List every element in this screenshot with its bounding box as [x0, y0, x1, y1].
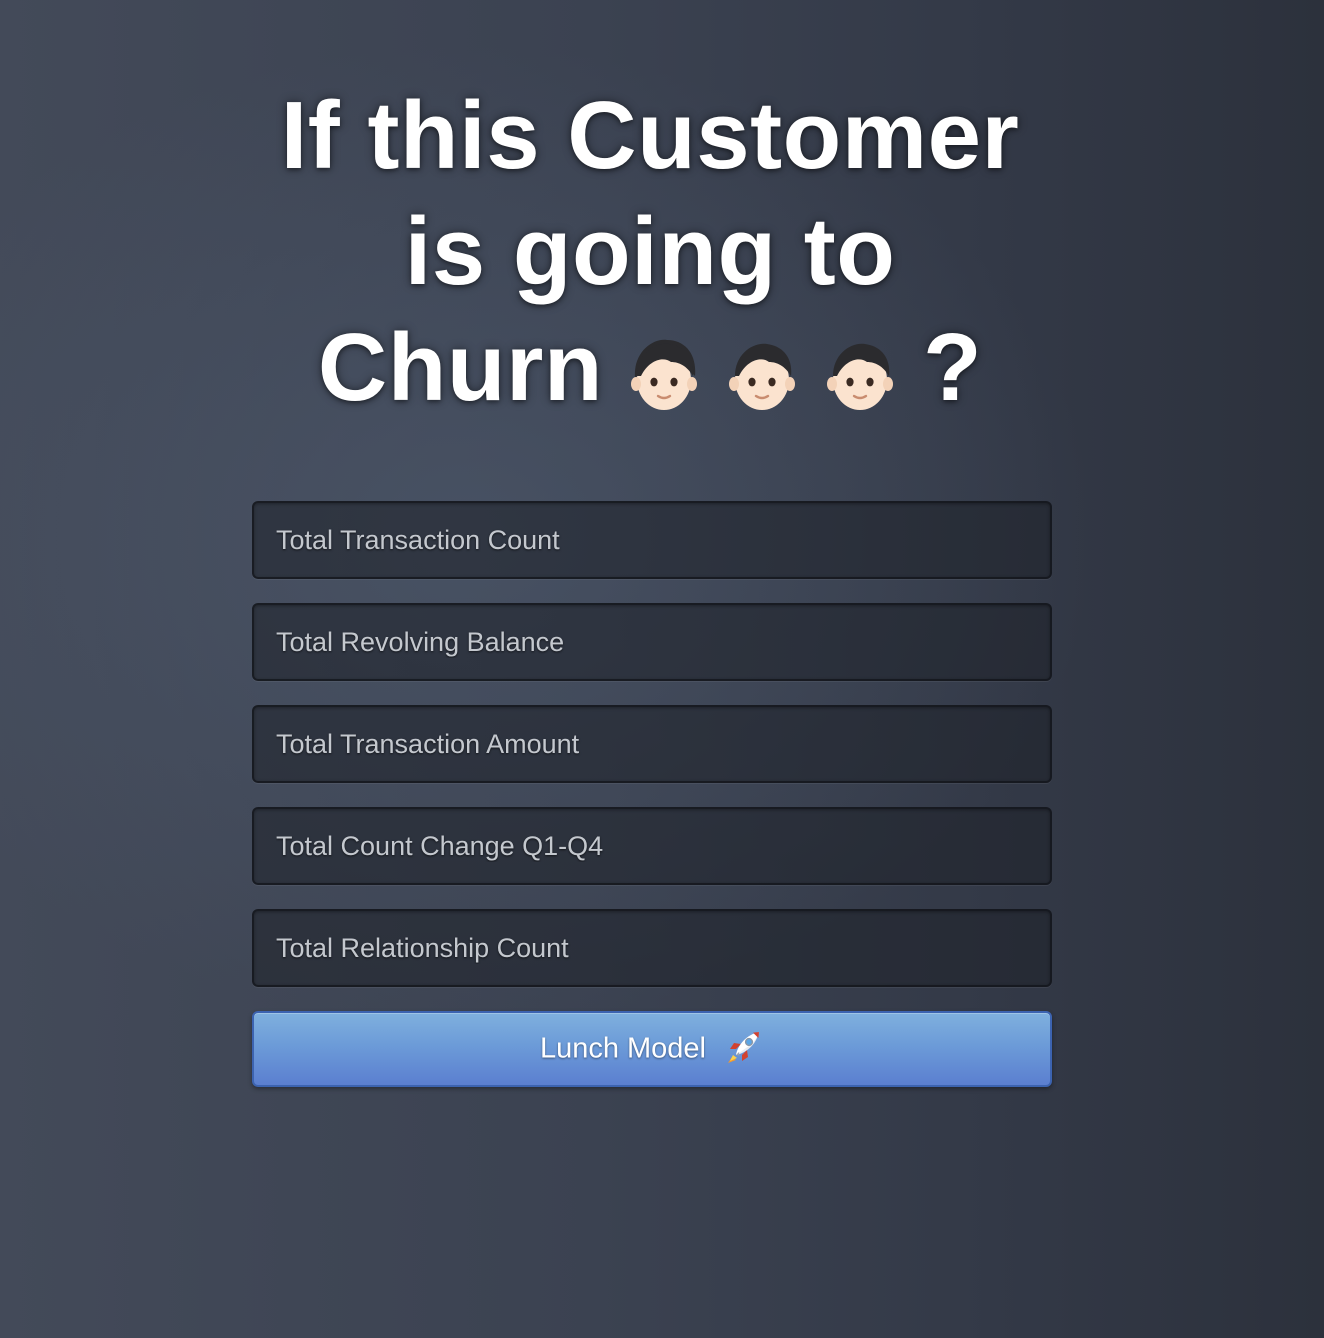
total-transaction-count-input[interactable] [252, 501, 1052, 579]
title-question-mark: ? [922, 314, 983, 421]
rocket-icon [728, 1032, 760, 1063]
title-line-1: If this Customer [280, 82, 1020, 189]
launch-model-label: Lunch Model [539, 1032, 706, 1065]
total-revolving-balance-input[interactable] [252, 603, 1052, 681]
person-icon [630, 340, 697, 411]
person-icon [728, 344, 795, 411]
total-relationship-count-input[interactable] [252, 909, 1052, 987]
page-title: If this Customer is going to Churn ? [200, 78, 1100, 433]
launch-model-button[interactable]: Lunch Model [252, 1011, 1052, 1087]
total-count-change-input[interactable] [252, 807, 1052, 885]
title-churn-word: Churn [317, 314, 603, 421]
person-icon [826, 344, 893, 411]
title-line-2: is going to [404, 198, 896, 305]
person-emoji-group [623, 311, 917, 427]
churn-form: Lunch Model [252, 501, 1052, 1087]
title-line-3: Churn ? [200, 310, 1100, 433]
page: If this Customer is going to Churn ? Tot… [0, 0, 1324, 1338]
total-transaction-amount-input[interactable] [252, 705, 1052, 783]
